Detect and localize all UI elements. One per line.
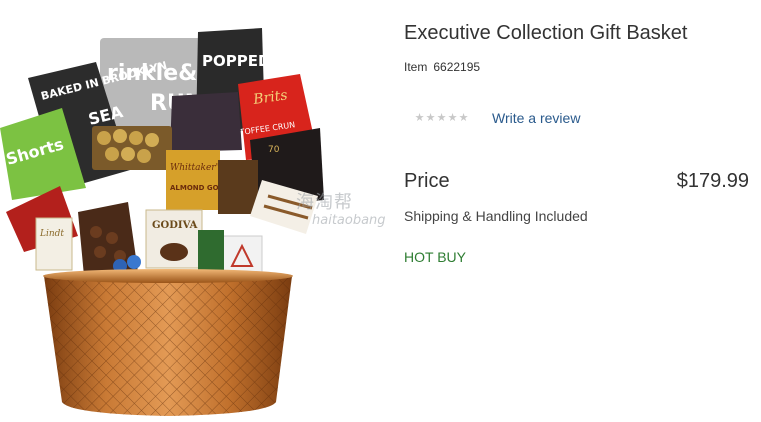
godiva-box: GODIVA (145, 209, 203, 269)
hot-buy-badge: HOT BUY (404, 249, 466, 265)
item-number-line: Item 6622195 (404, 60, 480, 74)
write-review-link[interactable]: Write a review (492, 110, 580, 126)
product-title: Executive Collection Gift Basket (404, 22, 688, 44)
basket (43, 269, 293, 416)
star-icon: ★ (447, 111, 458, 124)
cookie-box (221, 235, 263, 275)
watermark: 海淘帮 haitaobang (296, 192, 386, 228)
star-rating: ★ ★ ★ ★ ★ (414, 111, 469, 124)
star-icon: ★ (458, 111, 469, 124)
price-label: Price (404, 170, 450, 192)
price-row: Price $179.99 (404, 170, 749, 193)
bark-box (218, 160, 258, 214)
price-value: $179.99 (676, 170, 749, 192)
item-label: Item (404, 60, 428, 74)
svg-text:70: 70 (268, 145, 280, 155)
product-image[interactable]: rinkle& RUNC POPPED BAKED IN BROOKLYN SE… (0, 0, 386, 422)
green-box (198, 230, 224, 274)
svg-text:Lindt: Lindt (39, 229, 64, 239)
dark-chocolate-box (170, 92, 242, 152)
star-icon: ★ (436, 111, 447, 124)
watermark-subtext: haitaobang (312, 213, 386, 228)
shipping-note: Shipping & Handling Included (404, 208, 588, 224)
rating-row: ★ ★ ★ ★ ★ Write a review (414, 110, 581, 126)
svg-text:GODIVA: GODIVA (152, 220, 198, 231)
lindt-bar: Lindt (35, 217, 73, 271)
svg-text:Whittaker's: Whittaker's (170, 163, 223, 173)
star-icon: ★ (414, 111, 425, 124)
svg-text:POPPED: POPPED (202, 52, 270, 70)
item-number: 6622195 (433, 60, 481, 74)
watermark-logo: 海淘帮 (296, 192, 353, 213)
ferrero-box (92, 126, 172, 170)
star-icon: ★ (425, 111, 436, 124)
